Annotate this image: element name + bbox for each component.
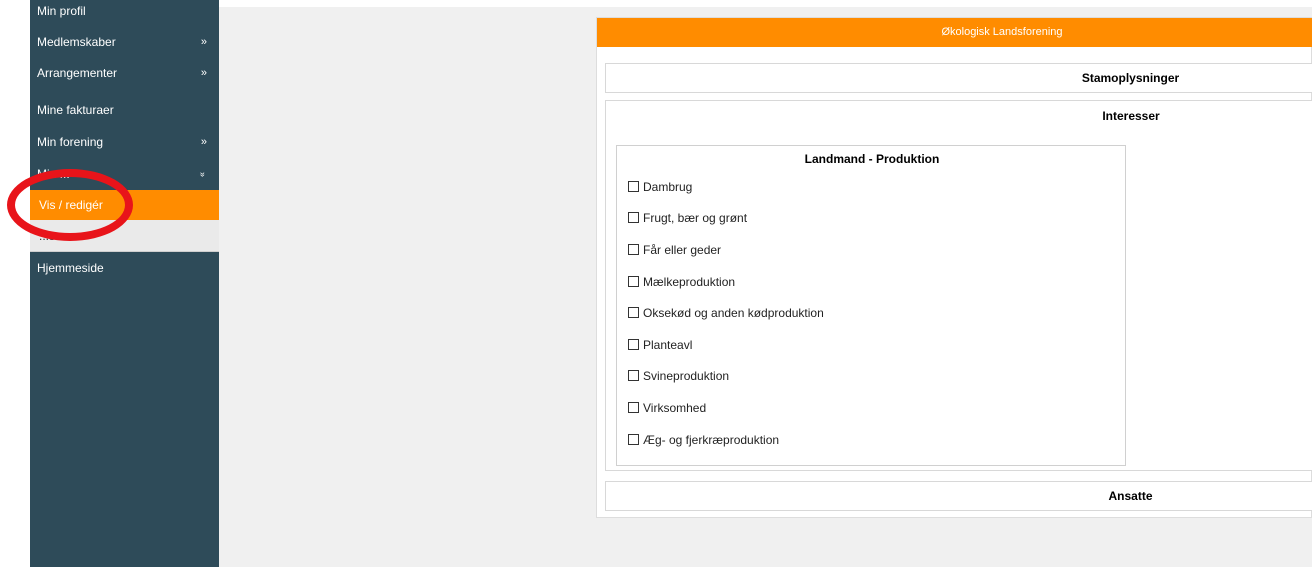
chevron-right-icon: » — [200, 136, 207, 148]
checkbox-label: Svineproduktion — [643, 369, 730, 383]
sidebar-item-label: Min forening — [37, 135, 104, 149]
checkbox-faar[interactable]: Får eller geder — [628, 242, 721, 258]
checkbox-label: Virksomhed — [643, 401, 707, 415]
checkbox-dambrug[interactable]: Dambrug — [628, 179, 692, 195]
checkbox-aeg[interactable]: Æg- og fjerkræproduktion — [628, 432, 779, 448]
checkbox-icon[interactable] — [628, 212, 639, 223]
sidebar-item-min-profil[interactable]: Min profil — [30, 0, 219, 27]
checkbox-icon[interactable] — [628, 434, 639, 445]
checkbox-label: Æg- og fjerkræproduktion — [643, 433, 780, 447]
checkbox-icon[interactable] — [628, 181, 639, 192]
sidebar-subitem-label: ...s... — [39, 229, 66, 243]
interest-group-title: Landmand - Produktion — [804, 152, 940, 166]
checkbox-oksekoed[interactable]: Oksekød og anden kødproduktion — [628, 305, 824, 321]
checkbox-label: Planteavl — [643, 338, 693, 352]
checkbox-virksomhed[interactable]: Virksomhed — [628, 400, 706, 416]
checkbox-svin[interactable]: Svineproduktion — [628, 368, 729, 384]
sidebar-item-label: Hjemmeside — [37, 261, 104, 275]
page-left-margin — [0, 0, 30, 567]
checkbox-icon[interactable] — [628, 276, 639, 287]
checkbox-maelk[interactable]: Mælkeproduktion — [628, 274, 735, 290]
chevron-down-icon: » — [197, 171, 208, 178]
checkbox-label: Oksekød og anden kødproduktion — [643, 306, 824, 320]
checkbox-frugt[interactable]: Frugt, bær og grønt — [628, 210, 747, 226]
section-interesser-title[interactable]: Interesser — [606, 101, 1312, 131]
sidebar-item-hjemmeside[interactable]: Hjemmeside — [30, 253, 219, 284]
checkbox-icon[interactable] — [628, 307, 639, 318]
sidebar-subitem-vis-rediger[interactable]: Vis / redigér — [30, 190, 219, 220]
checkbox-planteavl[interactable]: Planteavl — [628, 337, 692, 353]
sidebar-item-label: Medlemskaber — [37, 35, 116, 49]
section-interesser: Interesser Landmand - Produktion Dambrug… — [605, 100, 1312, 471]
checkbox-label: Mælkeproduktion — [643, 275, 736, 289]
interest-group-landmand: Landmand - Produktion Dambrug Frugt, bær… — [616, 145, 1126, 466]
checkbox-icon[interactable] — [628, 370, 639, 381]
sidebar-item-label: Min profil — [37, 4, 86, 18]
sidebar-item-label: Min ... — [37, 167, 70, 181]
sidebar-item-min-forening[interactable]: Min forening » — [30, 127, 219, 158]
section-ansatte[interactable]: Ansatte — [605, 481, 1312, 511]
checkbox-label: Dambrug — [643, 180, 693, 194]
checkbox-label: Får eller geder — [643, 243, 722, 257]
checkbox-label: Frugt, bær og grønt — [643, 211, 748, 225]
checkbox-icon[interactable] — [628, 244, 639, 255]
sidebar: Min profil Medlemskaber » Arrangementer … — [30, 0, 219, 567]
sidebar-subitem-second[interactable]: ...s... — [30, 220, 219, 252]
chevron-right-icon: » — [200, 67, 207, 79]
checkbox-icon[interactable] — [628, 402, 639, 413]
top-margin — [219, 0, 1312, 7]
membership-panel: Økologisk Landsforening Stamoplysninger … — [596, 17, 1312, 518]
sidebar-subitem-label: Vis / redigér — [39, 198, 103, 212]
section-stamoplysninger[interactable]: Stamoplysninger — [605, 63, 1312, 93]
chevron-right-icon: » — [200, 36, 207, 48]
sidebar-item-medlemskaber[interactable]: Medlemskaber » — [30, 27, 219, 58]
sidebar-item-label: Arrangementer — [37, 66, 118, 80]
sidebar-item-arrangementer[interactable]: Arrangementer » — [30, 58, 219, 89]
sidebar-item-mine-fakturaer[interactable]: Mine fakturaer — [30, 95, 219, 126]
panel-title: Økologisk Landsforening — [597, 18, 1312, 47]
sidebar-item-expanded-group[interactable]: Min ... » — [30, 159, 219, 190]
sidebar-item-label: Mine fakturaer — [37, 103, 114, 117]
checkbox-icon[interactable] — [628, 339, 639, 350]
